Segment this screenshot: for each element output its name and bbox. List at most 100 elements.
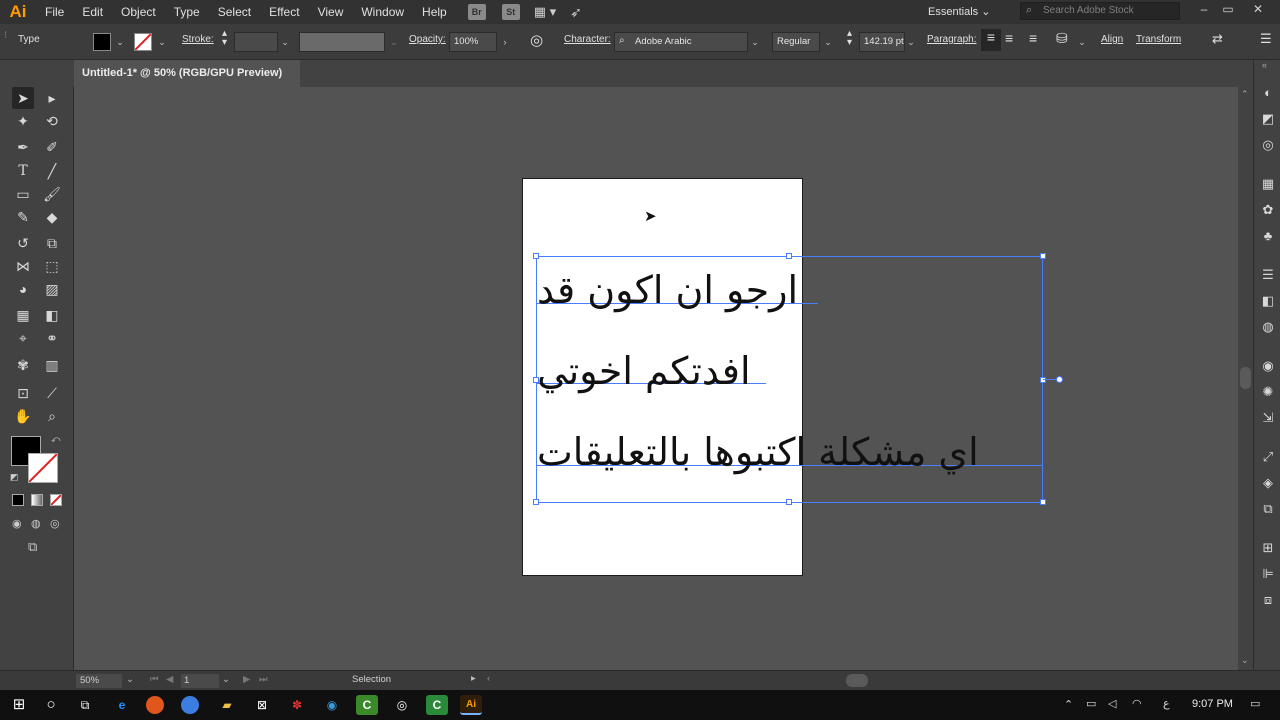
paragraph-label[interactable]: Paragraph: <box>927 34 976 45</box>
align-objects-icon[interactable]: ⊫ <box>1259 565 1277 583</box>
font-style-dropdown[interactable]: ⌄ <box>821 32 835 52</box>
cortana-search-icon[interactable]: ○ <box>40 695 62 715</box>
workspace-switcher[interactable]: Essentials ⌄ <box>928 2 990 22</box>
font-family-dropdown[interactable]: ⌄ <box>748 32 762 52</box>
eyedropper-tool-icon[interactable]: ⌖ <box>12 327 34 349</box>
rotate-handle[interactable] <box>1056 376 1063 383</box>
horizontal-scroll-thumb[interactable] <box>846 674 868 687</box>
zoom-dropdown-icon[interactable]: ⌄ <box>126 674 134 685</box>
store-icon[interactable]: ⊠ <box>251 695 273 715</box>
shaper-tool-icon[interactable]: ✎ <box>12 206 34 228</box>
handle-top-left[interactable] <box>533 253 539 259</box>
gradient-mode-button[interactable] <box>31 494 43 506</box>
file-explorer-icon[interactable]: ▰ <box>216 695 238 715</box>
menu-object[interactable]: Object <box>112 0 165 24</box>
first-artboard-icon[interactable]: ⏮ <box>150 674 159 685</box>
handle-bottom-middle[interactable] <box>786 499 792 505</box>
direct-selection-tool-icon[interactable]: ▸ <box>41 87 63 109</box>
none-mode-button[interactable] <box>50 494 62 506</box>
align-panel-icon[interactable]: ⊞ <box>1259 539 1277 557</box>
shape-builder-tool-icon[interactable]: ◕ <box>12 278 34 300</box>
font-family-input[interactable]: Adobe Arabic <box>614 32 748 52</box>
color-mode-button[interactable] <box>12 494 24 506</box>
paintbrush-tool-icon[interactable]: 🖌 <box>41 183 63 205</box>
width-tool-icon[interactable]: ⋈ <box>12 255 34 277</box>
stock-search-input[interactable]: Search Adobe Stock <box>1020 2 1180 20</box>
free-transform-tool-icon[interactable]: ⬚ <box>41 255 63 277</box>
app-red-icon[interactable]: ✽ <box>286 695 308 715</box>
menu-type[interactable]: Type <box>165 0 209 24</box>
fill-swatch[interactable] <box>93 33 111 51</box>
scroll-left-icon[interactable]: ‹ <box>487 673 490 684</box>
canvas[interactable]: ➤ ارجو ان اكون قد افدتكم اخوتي اي مشكلة … <box>75 87 1238 670</box>
status-menu-arrow[interactable]: ▸ <box>471 673 476 684</box>
opacity-input[interactable]: 100% <box>449 32 497 52</box>
draw-behind-icon[interactable]: ◍ <box>31 517 41 530</box>
stroke-color-swatch[interactable] <box>28 453 58 483</box>
app-circle-icon[interactable]: ◎ <box>391 695 413 715</box>
symbol-sprayer-tool-icon[interactable]: ✾ <box>12 354 34 376</box>
swap-colors-icon[interactable]: ⤺ <box>51 434 61 445</box>
mesh-tool-icon[interactable]: ▦ <box>12 304 34 326</box>
arrange-documents-icon[interactable]: ▦ ▾ <box>534 4 556 20</box>
profile-dropdown[interactable]: ⌄ <box>387 32 401 52</box>
expand-panels-icon[interactable]: « <box>1262 60 1267 70</box>
stock-button[interactable]: St <box>501 4 520 20</box>
minimize-button[interactable]: – <box>1192 0 1216 22</box>
text-line-1[interactable]: ارجو ان اكون قد <box>537 266 822 314</box>
edge-icon[interactable]: e <box>111 695 133 715</box>
scroll-up-icon[interactable]: ⌃ <box>1241 89 1249 100</box>
pen-tool-icon[interactable]: ✒ <box>12 136 34 158</box>
menu-window[interactable]: Window <box>352 0 413 24</box>
firefox-icon[interactable] <box>146 696 164 714</box>
tray-expand-icon[interactable]: ⌃ <box>1064 698 1073 711</box>
font-size-input[interactable]: 142.19 pt <box>859 32 905 52</box>
slice-tool-icon[interactable]: ⟋ <box>41 382 63 404</box>
camtasia-icon[interactable]: C <box>356 695 378 715</box>
input-language[interactable]: ع <box>1163 697 1170 710</box>
character-label[interactable]: Character: <box>564 34 611 45</box>
scroll-down-icon[interactable]: ⌄ <box>1241 655 1249 666</box>
selection-tool-icon[interactable]: ➤ <box>12 87 34 109</box>
lasso-tool-icon[interactable]: ⟲ <box>41 110 63 132</box>
recolor-icon[interactable]: ◎ <box>530 31 543 49</box>
opacity-label[interactable]: Opacity: <box>409 34 446 45</box>
draw-inside-icon[interactable]: ◎ <box>50 517 60 530</box>
perspective-grid-tool-icon[interactable]: ▨ <box>41 278 63 300</box>
gradient-panel-icon[interactable]: ◧ <box>1259 292 1277 310</box>
stroke-weight-input[interactable] <box>234 32 278 52</box>
text-line-2[interactable]: افدتكم اخوتي <box>537 347 767 395</box>
stroke-swatch[interactable] <box>134 33 152 51</box>
align-left-icon[interactable]: ≡ <box>981 29 1001 51</box>
bridge-button[interactable]: Br <box>467 4 486 20</box>
network-icon[interactable]: ◠ <box>1132 697 1142 710</box>
scale-tool-icon[interactable]: ⧉ <box>41 232 63 254</box>
layers-panel-icon[interactable]: ◈ <box>1259 474 1277 492</box>
artboard-number-input[interactable]: 1 <box>181 674 219 688</box>
swatches-panel-icon[interactable]: ▦ <box>1259 175 1277 193</box>
zoom-tool-icon[interactable]: ⌕ <box>41 405 63 427</box>
menu-effect[interactable]: Effect <box>260 0 308 24</box>
default-colors-icon[interactable]: ◩ <box>10 472 19 483</box>
line-tool-icon[interactable]: ╱ <box>41 160 63 182</box>
stroke-label[interactable]: Stroke: <box>182 34 214 45</box>
curvature-tool-icon[interactable]: ✐ <box>41 136 63 158</box>
clock-time[interactable]: 9:07 PM <box>1192 698 1233 710</box>
align-center-icon[interactable]: ≡ <box>1005 30 1013 46</box>
menu-help[interactable]: Help <box>413 0 456 24</box>
illustrator-taskbar-icon[interactable]: Ai <box>460 695 482 715</box>
handle-top-middle[interactable] <box>786 253 792 259</box>
gradient-tool-icon[interactable]: ◧ <box>41 304 63 326</box>
draw-normal-icon[interactable]: ◉ <box>12 517 22 530</box>
screen-mode-icon[interactable]: ⧉ <box>28 539 37 555</box>
next-artboard-icon[interactable]: ▶ <box>243 674 250 685</box>
stroke-weight-dropdown[interactable]: ⌄ <box>278 32 292 52</box>
menu-view[interactable]: View <box>309 0 353 24</box>
glyph-options-icon[interactable]: ⛁ <box>1056 30 1068 47</box>
volume-icon[interactable]: ◁ <box>1108 697 1116 710</box>
transparency-panel-icon[interactable]: ◍ <box>1259 318 1277 336</box>
text-direction-icon[interactable]: ⇄ <box>1212 31 1223 47</box>
artboards-panel-icon[interactable]: ⧉ <box>1259 500 1277 518</box>
notification-icon[interactable]: ▭ <box>1250 697 1260 710</box>
previous-artboard-icon[interactable]: ◀ <box>166 674 173 685</box>
